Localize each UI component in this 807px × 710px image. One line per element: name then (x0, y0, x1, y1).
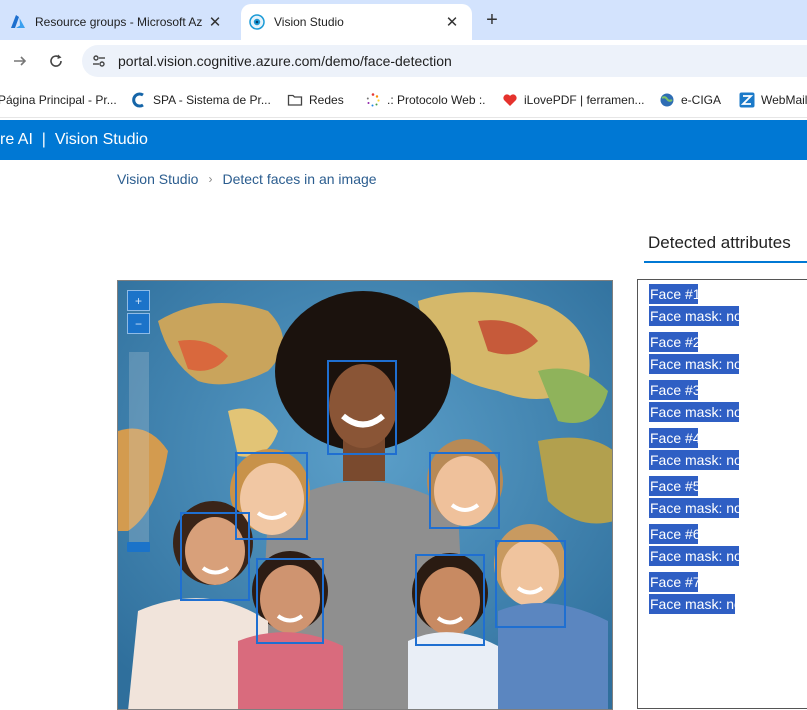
face-name: Face #5 (649, 476, 701, 496)
bookmark-label: WebMail (761, 93, 807, 107)
attributes-panel: Face #1 Face mask: no Face #2 Face mask:… (637, 279, 807, 709)
breadcrumb: Vision Studio › Detect faces in an image (117, 171, 377, 187)
bookmark-item[interactable]: iLovePDF | ferramen... (502, 91, 645, 109)
face-attribute-item: Face #3 Face mask: no (649, 380, 742, 422)
analyzed-image (118, 281, 612, 709)
image-viewer[interactable]: + − (117, 280, 613, 710)
tab-title: Vision Studio (274, 15, 344, 29)
tab-title: Resource groups - Microsoft Az (35, 15, 203, 29)
forward-arrow-icon[interactable] (9, 50, 31, 72)
globe-icon (659, 92, 675, 108)
zoom-out-button[interactable]: − (127, 313, 150, 334)
browser-toolbar: portal.vision.cognitive.azure.com/demo/f… (0, 40, 807, 82)
face-name: Face #7 (649, 572, 701, 592)
bookmark-item[interactable]: .: Protocolo Web :. (365, 91, 486, 109)
face-mask-value: Face mask: no (649, 498, 742, 518)
bookmarks-bar: Página Principal - Pr... SPA - Sistema d… (0, 82, 807, 118)
bookmark-label: .: Protocolo Web :. (387, 93, 486, 107)
face-mask-value: Face mask: no (649, 546, 742, 566)
bookmark-item[interactable]: SPA - Sistema de Pr... (131, 91, 271, 109)
spinner-icon (365, 92, 381, 108)
face-mask-value: Face mask: no (649, 450, 742, 470)
tab-underline (644, 261, 807, 263)
zoom-slider-thumb[interactable] (127, 542, 150, 552)
azure-icon (10, 14, 26, 30)
zoom-slider-track[interactable] (129, 352, 149, 552)
face-attribute-item: Face #2 Face mask: no (649, 332, 742, 374)
bookmark-label: Página Principal - Pr... (0, 93, 117, 107)
bookmark-label: SPA - Sistema de Pr... (153, 93, 271, 107)
breadcrumb-root-link[interactable]: Vision Studio (117, 171, 198, 187)
face-name: Face #4 (649, 428, 701, 448)
vision-studio-icon (249, 14, 265, 30)
close-icon[interactable]: ✕ (442, 12, 462, 32)
bookmark-item[interactable]: WebMail (739, 91, 807, 109)
face-name: Face #1 (649, 284, 701, 304)
face-name: Face #6 (649, 524, 701, 544)
face-box-7[interactable] (495, 540, 566, 628)
face-name: Face #3 (649, 380, 701, 400)
heart-icon (502, 92, 518, 108)
bookmark-label: e-CIGA (681, 93, 722, 107)
zoom-in-button[interactable]: + (127, 290, 150, 311)
app-header: re AI | Vision Studio (0, 120, 807, 160)
reload-icon[interactable] (45, 50, 67, 72)
site-settings-icon[interactable] (90, 52, 108, 70)
face-name: Face #2 (649, 332, 701, 352)
face-attribute-item: Face #5 Face mask: no (649, 476, 742, 518)
browser-tab-strip: Resource groups - Microsoft Az ✕ Vision … (0, 0, 807, 40)
url-text: portal.vision.cognitive.azure.com/demo/f… (118, 53, 452, 69)
face-box-5[interactable] (256, 558, 324, 644)
bookmark-item[interactable]: e-CIGA (659, 91, 721, 109)
app-header-title: re AI | Vision Studio (0, 131, 148, 148)
face-box-1[interactable] (327, 360, 397, 455)
address-bar[interactable]: portal.vision.cognitive.azure.com/demo/f… (82, 45, 807, 77)
face-box-4[interactable] (180, 512, 250, 601)
face-attribute-item: Face #6 Face mask: no (649, 524, 742, 566)
face-attribute-item: Face #1 Face mask: no (649, 284, 742, 326)
face-mask-value: Face mask: no (649, 402, 742, 422)
tab-vision-studio[interactable]: Vision Studio ✕ (241, 4, 472, 40)
face-mask-value: Face mask: no (649, 306, 742, 326)
bookmark-label: iLovePDF | ferramen... (524, 93, 645, 107)
face-attribute-item: Face #4 Face mask: no (649, 428, 742, 470)
z-logo-icon (739, 92, 755, 108)
bookmark-item[interactable]: Página Principal - Pr... (0, 91, 117, 109)
c-logo-icon (131, 92, 147, 108)
folder-icon (287, 92, 303, 108)
face-box-3[interactable] (429, 452, 500, 529)
face-box-6[interactable] (415, 554, 485, 646)
chevron-right-icon: › (208, 172, 213, 186)
tab-resource-groups[interactable]: Resource groups - Microsoft Az ✕ (0, 4, 235, 40)
close-icon[interactable]: ✕ (205, 12, 225, 32)
face-mask-value: Face mask: no (649, 594, 742, 614)
breadcrumb-current: Detect faces in an image (222, 171, 377, 187)
face-mask-value: Face mask: no (649, 354, 742, 374)
bookmark-item[interactable]: Redes (287, 91, 344, 109)
face-attribute-item: Face #7 Face mask: no (649, 572, 742, 614)
new-tab-icon[interactable]: + (480, 8, 504, 32)
detected-attributes-tab[interactable]: Detected attributes (648, 233, 791, 253)
bookmark-label: Redes (309, 93, 344, 107)
